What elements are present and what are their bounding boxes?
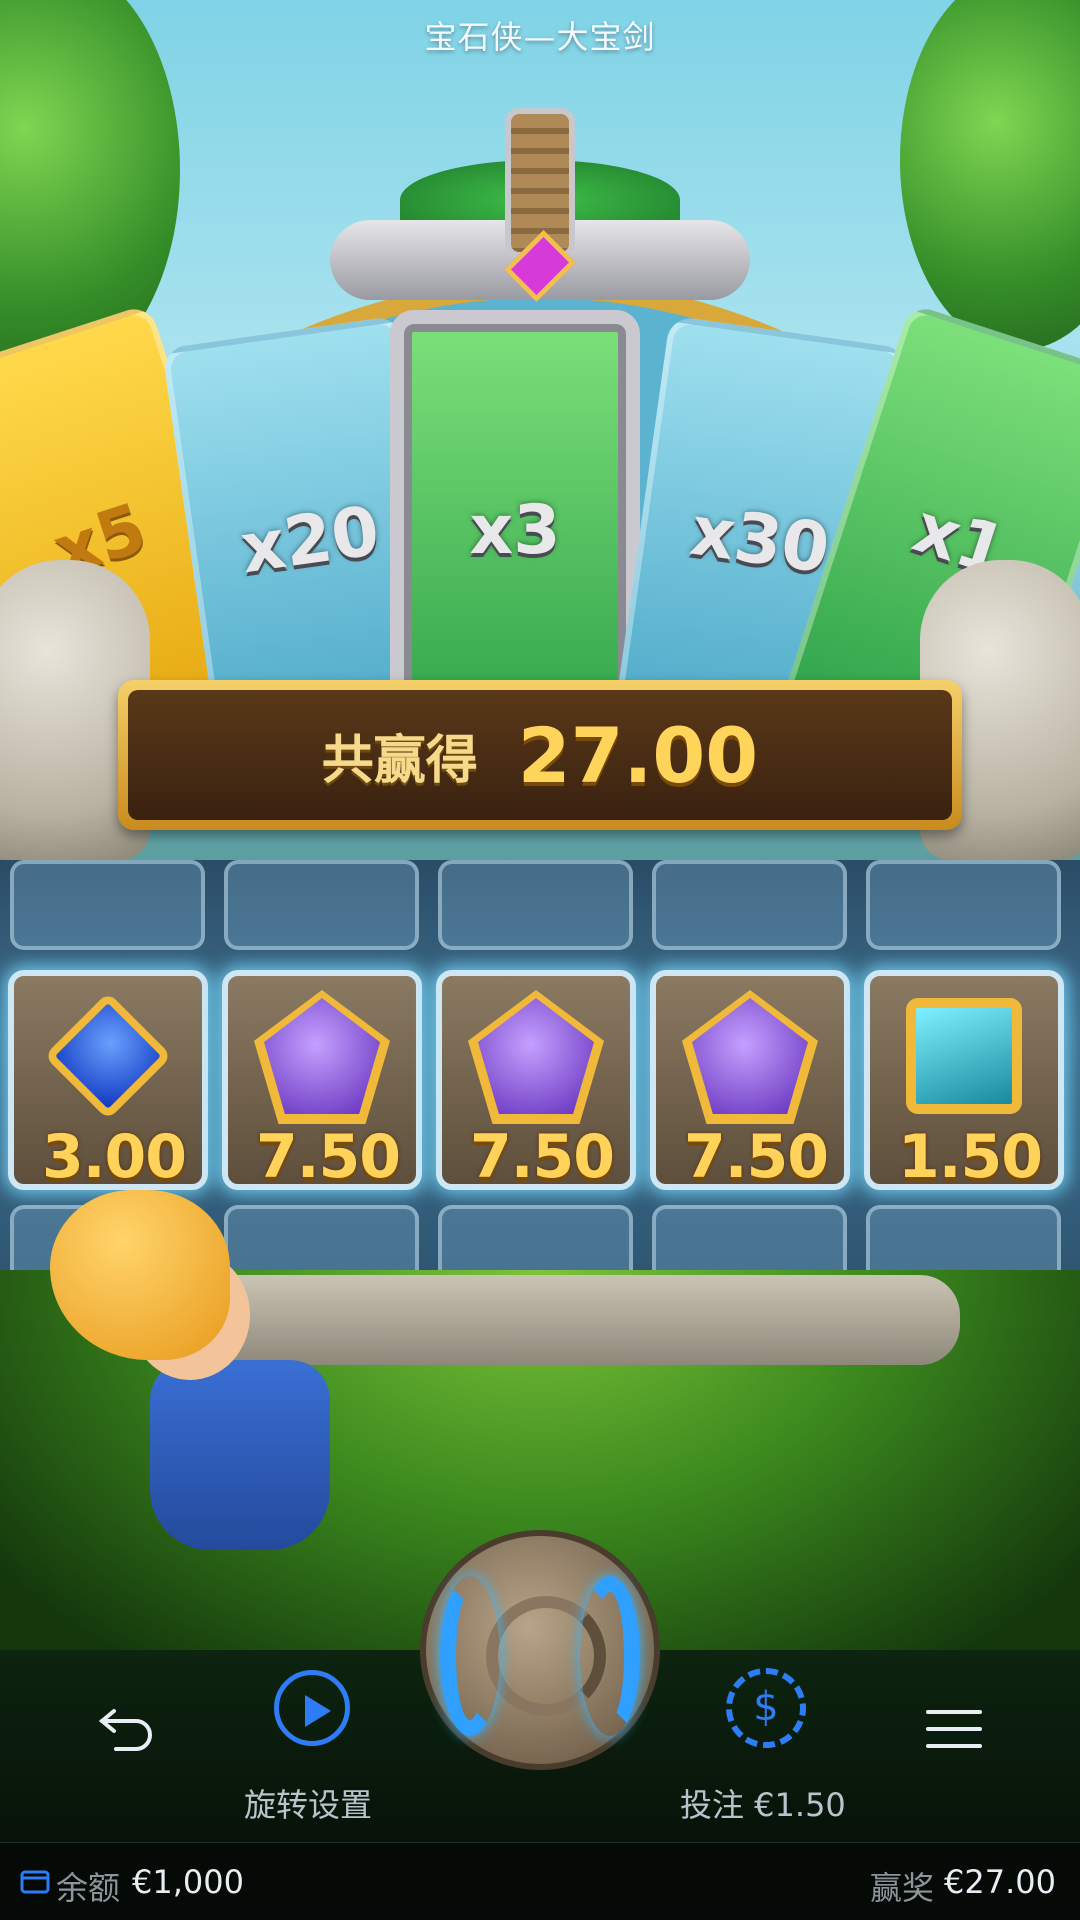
purple-gem-icon xyxy=(264,998,380,1114)
reel-cell: 1.50 xyxy=(864,970,1064,1192)
balance-value: €1,000 xyxy=(132,1863,244,1901)
cyan-gem-icon xyxy=(906,998,1022,1114)
reel-ghost-top xyxy=(652,860,847,950)
hero-body xyxy=(150,1360,330,1550)
hero-character xyxy=(40,1190,360,1570)
menu-button[interactable] xyxy=(926,1710,982,1752)
cell-value: 7.50 xyxy=(255,1122,401,1192)
spin-arrow-icon xyxy=(440,1576,500,1736)
footer-bar: 余额 €1,000 赢奖 €27.00 xyxy=(0,1842,1080,1920)
balance-label: 余额 xyxy=(56,1869,121,1907)
total-win-banner: 共赢得 27.00 xyxy=(118,680,962,830)
reel-ghost-top xyxy=(438,860,633,950)
win-label: 赢奖 xyxy=(870,1869,935,1907)
reel-cell: 7.50 xyxy=(222,970,422,1192)
reel-ghost-top xyxy=(10,860,205,950)
total-win-label: 共赢得 xyxy=(321,730,478,791)
blue-gem-icon xyxy=(44,992,172,1120)
menu-icon xyxy=(926,1710,982,1714)
dollar-chip-icon: $ xyxy=(753,1684,779,1730)
cell-value: 1.50 xyxy=(897,1122,1043,1192)
back-button[interactable] xyxy=(96,1705,156,1755)
reel-cell: 7.50 xyxy=(650,970,850,1192)
bet-amount-label: 投注 €1.50 xyxy=(680,1786,846,1824)
wallet-icon xyxy=(20,1870,50,1894)
reel-cell: 7.50 xyxy=(436,970,636,1192)
spin-settings-button[interactable] xyxy=(274,1670,350,1746)
reel-ghost-top xyxy=(866,860,1061,950)
purple-gem-icon xyxy=(692,998,808,1114)
hero-hair xyxy=(50,1190,230,1360)
total-win-value: 27.00 xyxy=(517,710,759,800)
play-icon xyxy=(305,1695,331,1727)
bet-button[interactable]: $ xyxy=(726,1668,806,1748)
spin-button[interactable] xyxy=(420,1530,660,1770)
spin-arrow-icon xyxy=(580,1576,640,1736)
menu-icon-line xyxy=(926,1744,982,1748)
game-screen: 宝石侠—大宝剑 x5 x20 x3 x30 x1 共赢得 27.00 3.00 … xyxy=(0,0,1080,1920)
game-title: 宝石侠—大宝剑 xyxy=(424,18,656,56)
cell-value: 7.50 xyxy=(683,1122,829,1192)
reel-cell: 3.00 xyxy=(8,970,208,1192)
spin-settings-label: 旋转设置 xyxy=(244,1786,373,1824)
multiplier-wheel: x5 x20 x3 x30 x1 xyxy=(0,250,1080,777)
menu-icon-line xyxy=(926,1727,982,1731)
cell-value: 3.00 xyxy=(41,1122,187,1192)
win-value: €27.00 xyxy=(944,1863,1056,1901)
reel-ghost-top xyxy=(224,860,419,950)
purple-gem-icon xyxy=(478,998,594,1114)
back-arrow-icon xyxy=(98,1709,152,1751)
cell-value: 7.50 xyxy=(469,1122,615,1192)
